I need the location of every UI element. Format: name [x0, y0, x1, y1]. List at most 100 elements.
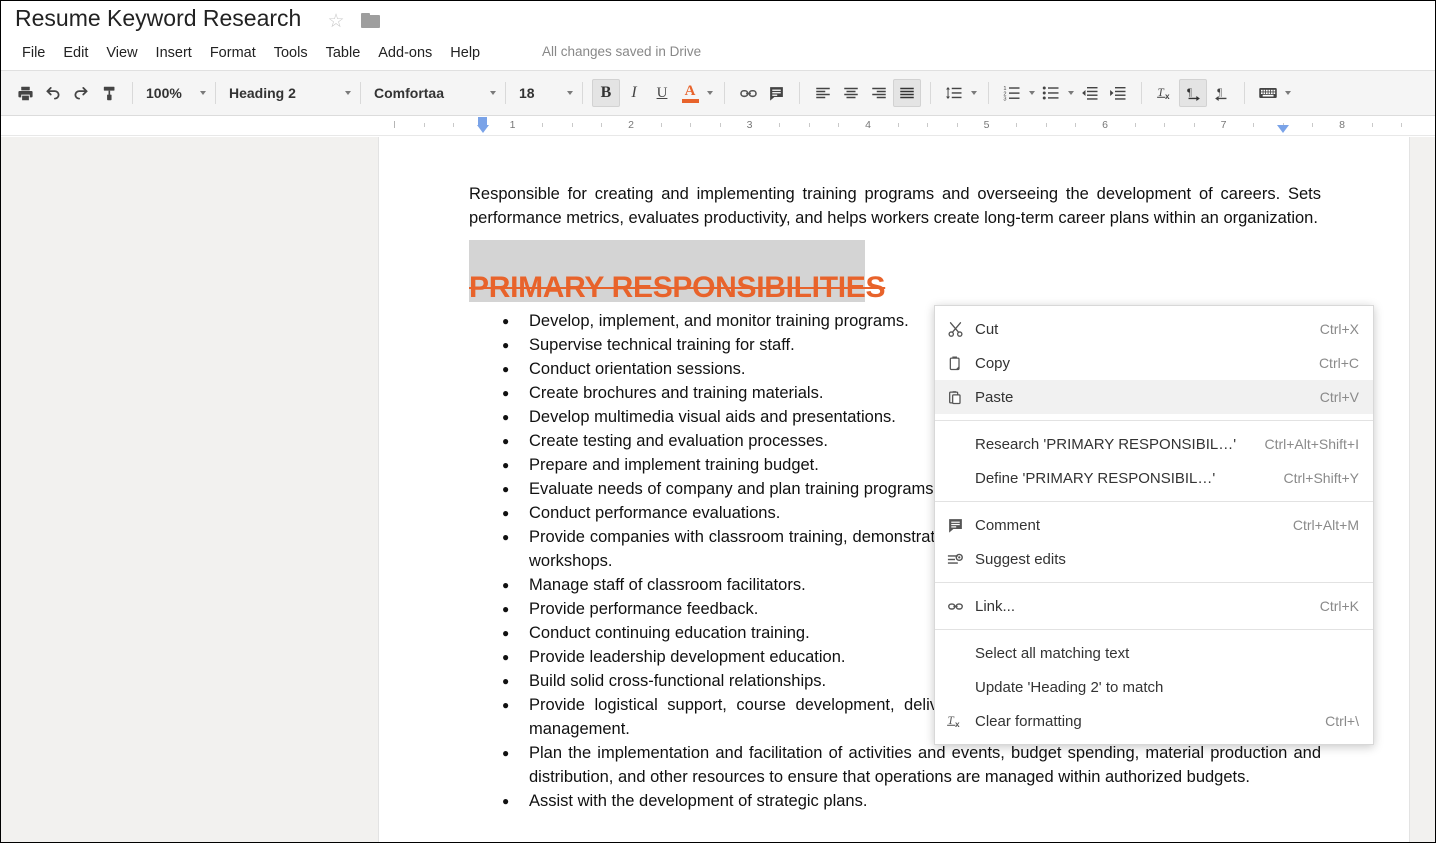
chevron-down-icon[interactable]: [565, 80, 575, 106]
context-menu-item-cut[interactable]: Cut Ctrl+X: [935, 312, 1373, 346]
right-indent-marker[interactable]: [1276, 125, 1289, 133]
decrease-indent-button[interactable]: [1076, 79, 1104, 107]
zoom-selector[interactable]: 100%: [138, 80, 210, 106]
ruler-number: 8: [1339, 119, 1345, 131]
document-title[interactable]: Resume Keyword Research: [15, 5, 301, 32]
text-color-button[interactable]: A: [676, 79, 704, 107]
input-tools-button[interactable]: [1254, 79, 1282, 107]
context-menu-item-update-heading-2-to-match[interactable]: Update 'Heading 2' to match: [935, 670, 1373, 704]
toolbar-group-lists: 1 2 3: [994, 78, 1136, 108]
menu-tools[interactable]: Tools: [265, 43, 317, 63]
menu-addons[interactable]: Add-ons: [369, 43, 441, 63]
list-item[interactable]: Assist with the development of strategic…: [469, 789, 1321, 813]
ruler-tick: [690, 123, 692, 127]
ruler-tick: [1075, 123, 1077, 127]
menu-help[interactable]: Help: [441, 43, 489, 63]
redo-button[interactable]: [67, 79, 95, 107]
chevron-down-icon[interactable]: [342, 80, 353, 106]
context-menu-item-label: Suggest edits: [975, 550, 1066, 568]
bold-button[interactable]: B: [592, 79, 620, 107]
context-menu-item-clear-formatting[interactable]: Tx Clear formatting Ctrl+\: [935, 704, 1373, 738]
numbered-list-button[interactable]: 1 2 3: [998, 79, 1026, 107]
chevron-down-icon[interactable]: [1065, 80, 1076, 106]
folder-icon[interactable]: [361, 13, 381, 29]
undo-icon: [46, 87, 60, 100]
context-menu-item-suggest-edits[interactable]: Suggest edits: [935, 542, 1373, 576]
align-center-button[interactable]: [837, 79, 865, 107]
increase-indent-button[interactable]: [1104, 79, 1132, 107]
ltr-direction-button[interactable]: ¶: [1179, 79, 1207, 107]
ruler-tick: [1045, 123, 1047, 127]
underline-button[interactable]: U: [648, 79, 676, 107]
ruler-number: 1: [509, 119, 516, 131]
line-spacing-button[interactable]: [940, 79, 968, 107]
context-menu[interactable]: Cut Ctrl+X Copy Ctrl+C Paste Ctrl+V Research '…: [934, 305, 1374, 745]
align-right-button[interactable]: [865, 79, 893, 107]
rtl-icon: ¶: [1214, 87, 1226, 101]
paragraph-style-selector[interactable]: Heading 2: [221, 80, 355, 106]
paint-format-button[interactable]: [95, 79, 123, 107]
ruler-tick: [927, 123, 929, 127]
first-line-indent-marker[interactable]: [478, 117, 488, 125]
font-family-selector[interactable]: Comfortaa: [366, 80, 500, 106]
align-justify-button[interactable]: [893, 79, 921, 107]
bulleted-list-icon: [1042, 86, 1059, 100]
toolbar-separator: [799, 82, 800, 104]
context-menu-item-define-primary-responsibil[interactable]: Define 'PRIMARY RESPONSIBIL…' Ctrl+Shift+…: [935, 461, 1373, 495]
undo-button[interactable]: [39, 79, 67, 107]
context-menu-separator: [935, 420, 1373, 421]
font-size-selector[interactable]: 18: [511, 80, 577, 106]
insert-comment-button[interactable]: [762, 79, 790, 107]
align-left-button[interactable]: [809, 79, 837, 107]
italic-button[interactable]: I: [620, 79, 648, 107]
rtl-direction-button[interactable]: ¶: [1207, 79, 1235, 107]
context-menu-item-link[interactable]: Link... Ctrl+K: [935, 589, 1373, 623]
context-menu-item-research-primary-responsibil[interactable]: Research 'PRIMARY RESPONSIBIL…' Ctrl+Alt+…: [935, 427, 1373, 461]
no-icon: [935, 427, 975, 461]
chevron-down-icon[interactable]: [487, 80, 498, 106]
chevron-down-icon[interactable]: [968, 80, 979, 106]
context-menu-item-paste[interactable]: Paste Ctrl+V: [935, 380, 1373, 414]
menu-insert[interactable]: Insert: [147, 43, 201, 63]
keyboard-icon: [1259, 88, 1277, 98]
zoom-value: 100%: [146, 85, 182, 101]
left-indent-marker[interactable]: [476, 125, 489, 133]
clear-formatting-button[interactable]: T x: [1151, 79, 1179, 107]
ruler-tick: [779, 123, 781, 127]
suggest-edits-icon: [935, 542, 975, 576]
print-button[interactable]: [11, 79, 39, 107]
bulleted-list-button[interactable]: [1037, 79, 1065, 107]
paragraph-style-value: Heading 2: [229, 85, 296, 101]
menu-view[interactable]: View: [97, 43, 146, 63]
svg-text:¶: ¶: [1187, 87, 1192, 98]
menu-format[interactable]: Format: [201, 43, 265, 63]
toolbar-separator: [360, 82, 361, 104]
document-ruler[interactable]: 1 2 3 4 5 6 7 8: [1, 116, 1435, 136]
menu-edit[interactable]: Edit: [54, 43, 97, 63]
align-left-icon: [816, 87, 830, 99]
star-icon[interactable]: ☆: [326, 12, 346, 32]
context-menu-item-comment[interactable]: Comment Ctrl+Alt+M: [935, 508, 1373, 542]
insert-link-button[interactable]: [734, 79, 762, 107]
scissors-icon: [935, 312, 975, 346]
chevron-down-icon[interactable]: [1026, 80, 1037, 106]
svg-text:3: 3: [1003, 97, 1006, 103]
list-item[interactable]: Plan the implementation and facilitation…: [469, 741, 1321, 789]
context-menu-item-select-all-matching-text[interactable]: Select all matching text: [935, 636, 1373, 670]
chevron-down-icon[interactable]: [197, 80, 208, 106]
formatting-toolbar: 100% Heading 2 Comfortaa 18 B I U A 1 2 …: [1, 70, 1435, 116]
chevron-down-icon[interactable]: [1282, 80, 1293, 106]
toolbar-separator: [132, 82, 133, 104]
heading-block: PRIMARY RESPONSIBILITIES: [469, 240, 1321, 303]
toolbar-group-input-tools: [1250, 78, 1297, 108]
ruler-tick: [660, 123, 662, 127]
context-menu-item-shortcut: Ctrl+K: [1319, 598, 1359, 614]
context-menu-item-copy[interactable]: Copy Ctrl+C: [935, 346, 1373, 380]
heading-primary-responsibilities[interactable]: PRIMARY RESPONSIBILITIES: [469, 240, 1321, 303]
chevron-down-icon[interactable]: [704, 80, 715, 106]
toolbar-separator: [1244, 82, 1245, 104]
menu-table[interactable]: Table: [317, 43, 370, 63]
menu-file[interactable]: File: [13, 43, 54, 63]
ruler-tick: [719, 123, 721, 127]
ruler-track[interactable]: 1 2 3 4 5 6 7 8: [379, 116, 1409, 135]
